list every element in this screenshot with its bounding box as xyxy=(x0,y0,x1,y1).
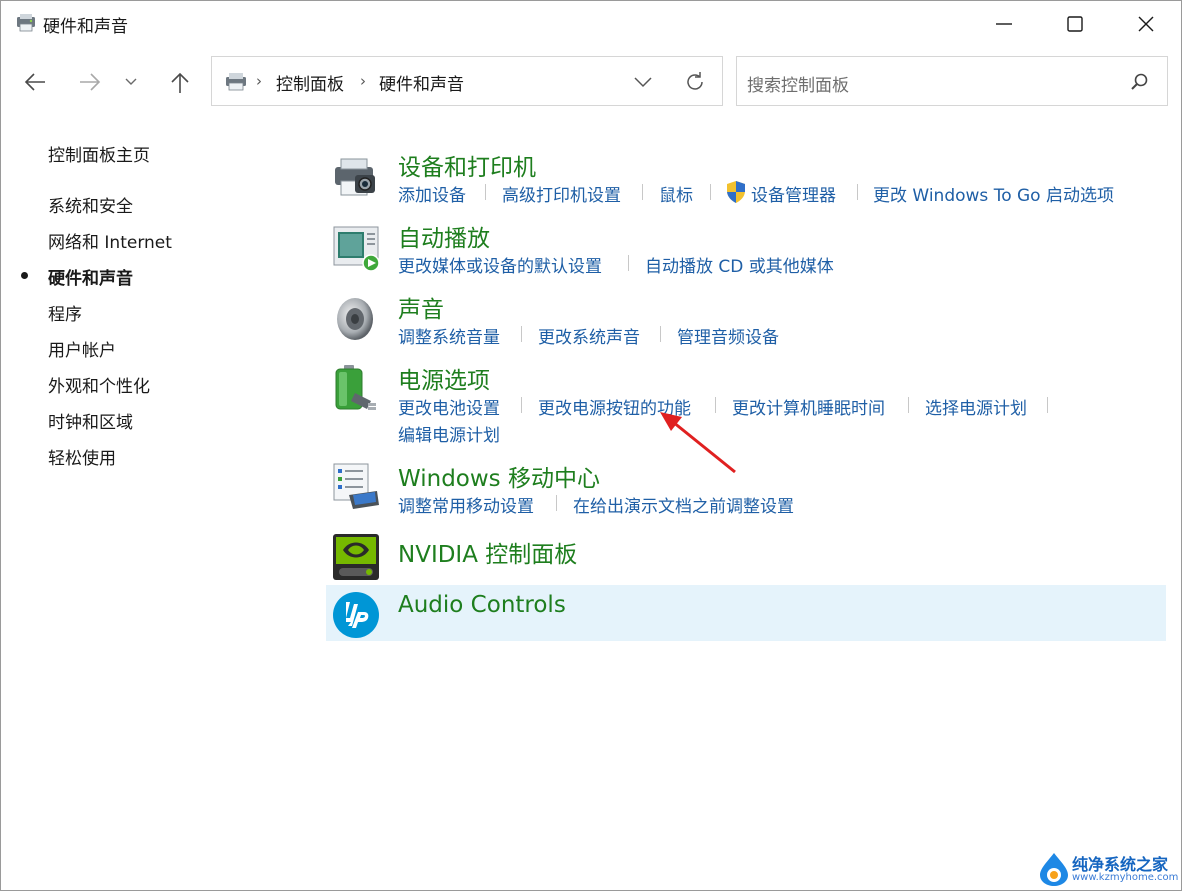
sidebar-item-hardware-sound[interactable]: 硬件和声音 xyxy=(48,264,133,289)
link-separator xyxy=(628,255,629,271)
link-add-device[interactable]: 添加设备 xyxy=(398,181,466,206)
category-title-power-options[interactable]: 电源选项 xyxy=(398,361,490,395)
link-mouse[interactable]: 鼠标 xyxy=(659,181,693,206)
watermark-logo-icon xyxy=(1040,853,1068,886)
watermark: 纯净系统之家 www.kzmyhome.com xyxy=(1036,849,1179,889)
link-change-media-defaults[interactable]: 更改媒体或设备的默认设置 xyxy=(398,252,602,277)
arrow-up-icon xyxy=(171,72,189,93)
minimize-button[interactable] xyxy=(969,1,1039,47)
chevron-down-icon xyxy=(125,78,137,85)
sidebar-item-ease-of-access[interactable]: 轻松使用 xyxy=(48,444,116,469)
search-placeholder: 搜索控制面板 xyxy=(747,76,849,96)
link-adjust-mobility-settings[interactable]: 调整常用移动设置 xyxy=(398,492,534,517)
battery-icon xyxy=(335,365,376,410)
sidebar-item-appearance[interactable]: 外观和个性化 xyxy=(48,372,150,397)
category-title-mobility-center[interactable]: Windows 移动中心 xyxy=(398,459,600,493)
printer-camera-icon xyxy=(335,158,375,196)
link-separator xyxy=(857,184,858,200)
annotation-arrow xyxy=(660,412,736,474)
refresh-button[interactable] xyxy=(682,69,708,95)
link-change-battery-settings[interactable]: 更改电池设置 xyxy=(398,394,500,419)
breadcrumb-separator: › xyxy=(360,72,366,90)
breadcrumb-hardware-sound[interactable]: 硬件和声音 xyxy=(379,70,464,95)
search-icon[interactable] xyxy=(1129,71,1151,93)
link-separator xyxy=(1047,397,1048,413)
link-adjust-volume[interactable]: 调整系统音量 xyxy=(398,323,500,348)
breadcrumb-separator: › xyxy=(256,72,262,90)
autoplay-icon xyxy=(333,226,380,272)
back-button[interactable] xyxy=(19,65,51,99)
link-separator xyxy=(485,184,486,200)
maximize-button[interactable] xyxy=(1040,1,1110,47)
link-choose-power-plan[interactable]: 选择电源计划 xyxy=(925,394,1027,419)
link-change-system-sounds[interactable]: 更改系统声音 xyxy=(538,323,640,348)
link-device-manager[interactable]: 设备管理器 xyxy=(751,181,836,206)
close-button[interactable] xyxy=(1111,1,1181,47)
link-advanced-printer-setup[interactable]: 高级打印机设置 xyxy=(502,181,621,206)
arrow-left-icon xyxy=(24,73,45,91)
link-separator xyxy=(710,184,711,200)
arrow-right-icon xyxy=(80,73,101,91)
title-bar: 硬件和声音 xyxy=(1,1,1181,47)
minimize-icon xyxy=(996,23,1012,25)
uac-shield-icon xyxy=(727,181,745,203)
link-edit-power-plan[interactable]: 编辑电源计划 xyxy=(398,421,500,446)
control-panel-window: 硬件和声音 › 控制面板 › 硬件和声音 搜索控制面板 控制面板主页 系统和安全… xyxy=(0,0,1182,891)
category-title-sound[interactable]: 声音 xyxy=(398,290,444,324)
recent-locations-button[interactable] xyxy=(119,65,147,99)
category-title-autoplay[interactable]: 自动播放 xyxy=(398,219,490,253)
category-title-devices-printers[interactable]: 设备和打印机 xyxy=(398,148,536,182)
sidebar-item-clock-region[interactable]: 时钟和区域 xyxy=(48,408,133,433)
nvidia-icon xyxy=(333,534,379,580)
sidebar-item-user-accounts[interactable]: 用户帐户 xyxy=(48,336,116,361)
window-title: 硬件和声音 xyxy=(43,17,128,37)
up-button[interactable] xyxy=(164,65,196,99)
category-title-audio-controls[interactable]: Audio Controls xyxy=(398,592,566,618)
category-title-nvidia[interactable]: NVIDIA 控制面板 xyxy=(398,535,577,569)
control-panel-devices-icon xyxy=(226,73,246,91)
close-icon xyxy=(1138,16,1154,32)
control-panel-devices-icon xyxy=(17,14,35,32)
link-separator xyxy=(642,184,643,200)
watermark-url: www.kzmyhome.com xyxy=(1072,872,1179,883)
search-box[interactable]: 搜索控制面板 xyxy=(736,56,1168,106)
link-manage-audio-devices[interactable]: 管理音频设备 xyxy=(677,323,779,348)
refresh-icon xyxy=(687,72,703,90)
link-separator xyxy=(521,397,522,413)
sidebar-home-link[interactable]: 控制面板主页 xyxy=(48,141,150,166)
address-dropdown-button[interactable] xyxy=(630,71,656,93)
link-separator xyxy=(660,326,661,342)
breadcrumb-control-panel[interactable]: 控制面板 xyxy=(276,70,344,95)
sidebar-item-network-internet[interactable]: 网络和 Internet xyxy=(48,228,172,253)
speaker-icon xyxy=(337,298,373,340)
chevron-down-icon xyxy=(634,77,652,88)
sidebar-item-system-security[interactable]: 系统和安全 xyxy=(48,192,133,217)
hp-logo-icon xyxy=(333,592,379,638)
link-autoplay-cd[interactable]: 自动播放 CD 或其他媒体 xyxy=(645,252,834,277)
link-presentation-settings[interactable]: 在给出演示文档之前调整设置 xyxy=(573,492,794,517)
link-windows-to-go[interactable]: 更改 Windows To Go 启动选项 xyxy=(873,181,1114,206)
maximize-icon xyxy=(1067,16,1083,32)
address-bar[interactable]: › 控制面板 › 硬件和声音 xyxy=(211,56,723,106)
mobility-center-icon xyxy=(333,463,379,509)
link-separator xyxy=(521,326,522,342)
sidebar-item-programs[interactable]: 程序 xyxy=(48,300,82,325)
link-separator xyxy=(556,495,557,511)
forward-button[interactable] xyxy=(74,65,106,99)
link-separator xyxy=(908,397,909,413)
active-item-bullet xyxy=(21,272,28,279)
link-change-sleep-time[interactable]: 更改计算机睡眠时间 xyxy=(732,394,885,419)
